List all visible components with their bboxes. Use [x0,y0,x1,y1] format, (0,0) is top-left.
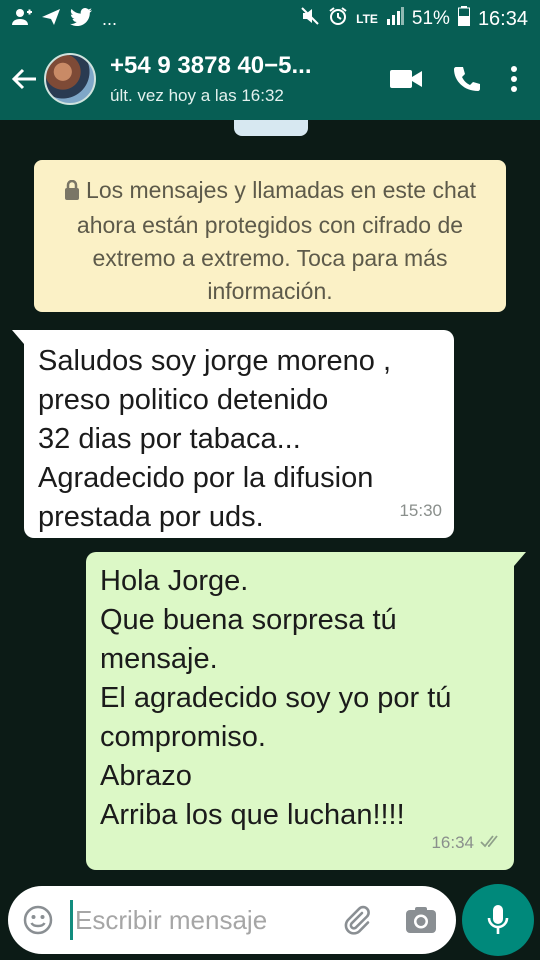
last-seen: últ. vez hoy a las 16:32 [110,86,284,105]
status-bar: ... LTE 51% 16:34 [0,0,540,38]
smiley-icon [23,905,53,935]
more-options-button[interactable] [510,66,518,92]
battery-percentage: 51% [411,8,450,29]
double-check-icon [480,823,502,862]
phone-icon [454,67,480,91]
network-type: LTE [356,12,378,26]
message-text: Hola Jorge. Que buena sorpresa tú mensaj… [100,565,452,831]
mute-icon [300,6,320,32]
message-input[interactable] [75,904,325,936]
encryption-notice-text: Los mensajes y llamadas en este chat aho… [76,177,476,304]
voice-message-button[interactable] [462,884,534,956]
composer [8,886,456,954]
notification-icons: ... [12,7,118,31]
person-add-icon [12,8,32,31]
incoming-message[interactable]: Saludos soy jorge moreno , preso politic… [12,330,454,538]
paperclip-icon [344,905,370,935]
clock: 16:34 [477,7,528,30]
arrow-left-icon [11,68,36,90]
message-time: 15:30 [399,501,442,520]
outgoing-message[interactable]: Hola Jorge. Que buena sorpresa tú mensaj… [86,552,526,870]
message-time: 16:34 [431,833,474,852]
video-call-button[interactable] [390,68,422,90]
contact-name: +54 9 3878 40−5... [110,52,312,79]
camera-icon [406,907,436,933]
microphone-icon [487,905,509,934]
text-cursor [70,900,73,940]
header-actions [390,65,518,93]
system-indicators: LTE 51% 16:34 [300,6,528,32]
message-meta: 16:34 [431,823,502,862]
twitter-icon [70,7,92,31]
message-meta: 15:30 [399,491,442,530]
chat-header: +54 9 3878 40−5... últ. vez hoy a las 16… [0,38,540,120]
date-chip [234,120,308,136]
chat-area[interactable]: Los mensajes y llamadas en este chat aho… [0,120,540,880]
send-icon [42,8,60,30]
lock-icon [64,176,80,209]
video-camera-icon [390,70,422,88]
signal-icon [386,7,404,31]
composer-bar [0,880,540,960]
back-button[interactable] [4,38,44,120]
avatar[interactable] [44,53,96,105]
battery-icon [457,6,470,32]
kebab-menu-icon [511,66,517,92]
attach-button[interactable] [333,905,381,935]
encryption-notice[interactable]: Los mensajes y llamadas en este chat aho… [34,160,506,312]
alarm-icon [328,6,348,32]
emoji-button[interactable] [8,905,68,935]
voice-call-button[interactable] [452,65,480,93]
contact-info[interactable]: +54 9 3878 40−5... últ. vez hoy a las 16… [110,52,360,106]
more-notifications: ... [102,8,118,29]
message-text: Saludos soy jorge moreno , preso politic… [38,345,392,533]
camera-button[interactable] [397,906,445,934]
